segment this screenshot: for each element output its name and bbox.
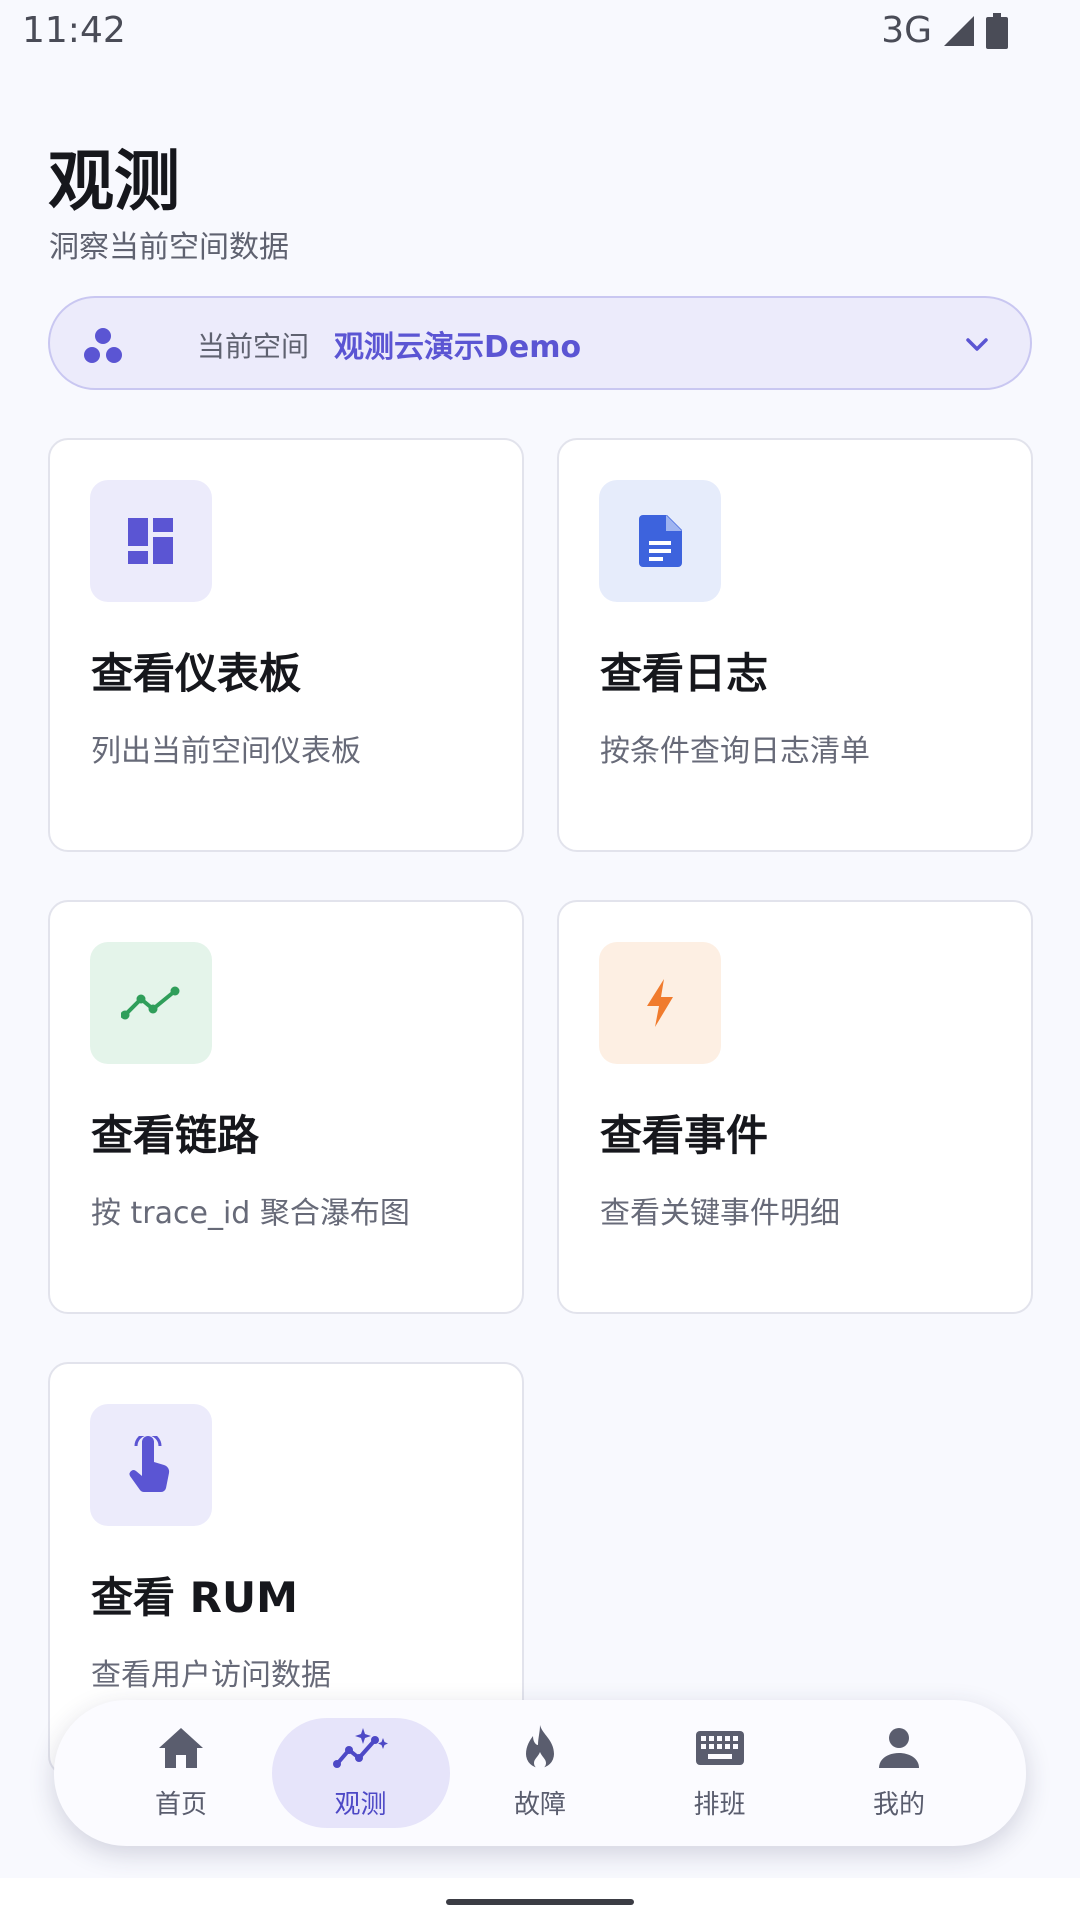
keyboard-icon (695, 1731, 744, 1765)
space-selector-label: 当前空间 (197, 330, 310, 363)
status-bar: 11:42 3G (0, 0, 1080, 64)
card-description: 列出当前空间仪表板 (91, 734, 361, 769)
card-traces[interactable]: 查看链路 按 trace_id 聚合瀑布图 (48, 900, 524, 1314)
sparkle-chart-icon (332, 1728, 388, 1768)
fire-icon (526, 1725, 554, 1769)
card-events[interactable]: 查看事件 查看关键事件明细 (557, 900, 1033, 1314)
card-description: 查看用户访问数据 (91, 1658, 331, 1693)
nav-label: 排班 (693, 1790, 746, 1820)
signal-icon (944, 15, 974, 46)
nav-label: 观测 (334, 1790, 387, 1820)
card-icon-container (90, 1404, 212, 1526)
card-title: 查看仪表板 (91, 649, 302, 698)
nav-label: 我的 (872, 1790, 925, 1820)
chevron-down-icon (966, 338, 988, 351)
nav-item-incidents[interactable]: 故障 (451, 1700, 629, 1846)
workspace-icon (84, 328, 122, 363)
dashboard-icon (128, 518, 173, 564)
bottom-navigation: 首页 观测 故障 排班 我的 (54, 1700, 1026, 1846)
status-indicators: 3G (881, 10, 1008, 51)
card-icon-container (90, 942, 212, 1064)
nav-item-observe[interactable]: 观测 (271, 1700, 450, 1846)
page-title: 观测 (48, 143, 180, 220)
person-icon (879, 1728, 919, 1768)
card-logs[interactable]: 查看日志 按条件查询日志清单 (557, 438, 1033, 852)
gesture-handle[interactable] (446, 1899, 634, 1905)
space-selector-value: 观测云演示Demo (334, 330, 582, 365)
page-subtitle: 洞察当前空间数据 (49, 230, 289, 265)
nav-item-home[interactable]: 首页 (92, 1700, 270, 1846)
card-title: 查看日志 (600, 649, 769, 698)
trend-line-icon (121, 986, 180, 1020)
card-title: 查看链路 (91, 1111, 260, 1160)
card-title: 查看 RUM (91, 1573, 298, 1622)
card-icon-container (599, 480, 721, 602)
card-description: 查看关键事件明细 (600, 1196, 840, 1231)
card-description: 按 trace_id 聚合瀑布图 (91, 1196, 410, 1231)
card-icon-container (90, 480, 212, 602)
network-type: 3G (881, 10, 932, 51)
home-icon (159, 1728, 203, 1768)
nav-item-profile[interactable]: 我的 (810, 1700, 988, 1846)
document-icon (639, 515, 682, 567)
lightning-icon (647, 979, 673, 1027)
battery-icon (986, 12, 1008, 49)
nav-item-schedule[interactable]: 排班 (631, 1700, 809, 1846)
nav-label: 故障 (513, 1790, 566, 1820)
card-dashboard[interactable]: 查看仪表板 列出当前空间仪表板 (48, 438, 524, 852)
touch-icon (129, 1436, 170, 1493)
screen: 11:42 3G 观测 洞察当前空间数据 当前空间 观测云演示Demo 查看仪表… (0, 0, 1080, 1920)
space-selector[interactable]: 当前空间 观测云演示Demo (48, 296, 1032, 390)
card-title: 查看事件 (600, 1111, 769, 1160)
card-description: 按条件查询日志清单 (600, 734, 870, 769)
status-time: 11:42 (22, 10, 126, 51)
card-icon-container (599, 942, 721, 1064)
nav-label: 首页 (154, 1790, 207, 1820)
